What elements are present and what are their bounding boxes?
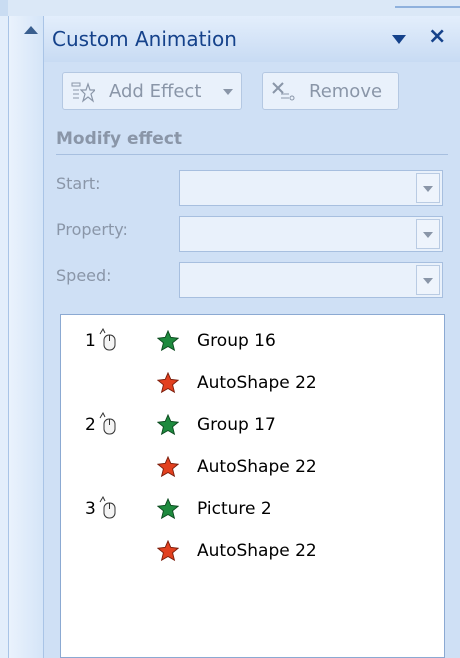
remove-button[interactable]: Remove — [262, 72, 399, 110]
scrollbar-track[interactable] — [8, 16, 44, 658]
list-item[interactable]: AutoShape 22 — [61, 447, 444, 487]
effect-list[interactable]: 1 Group 16 AutoShape 22 2 Group 17 AutoS… — [60, 314, 445, 658]
custom-animation-pane: Custom Animation × Add Effect Remove Mod… — [44, 16, 460, 658]
top-strip-rule — [395, 6, 460, 8]
add-effect-icon — [71, 82, 95, 103]
effect-name: Group 16 — [197, 331, 276, 351]
list-item[interactable]: AutoShape 22 — [61, 363, 444, 403]
emphasis-star-icon — [157, 540, 179, 562]
remove-label: Remove — [309, 81, 383, 102]
property-dropdown[interactable] — [179, 216, 443, 252]
start-dropdown[interactable] — [179, 170, 443, 206]
chevron-down-icon[interactable] — [392, 35, 406, 44]
list-item[interactable]: 3 Picture 2 — [61, 489, 444, 529]
pane-title-bar: Custom Animation × — [44, 16, 460, 62]
add-effect-button[interactable]: Add Effect — [62, 72, 242, 110]
top-strip-shade — [0, 0, 8, 16]
effect-name: AutoShape 22 — [197, 541, 317, 561]
scroll-up-icon[interactable] — [24, 26, 38, 34]
list-item[interactable]: 1 Group 16 — [61, 321, 444, 361]
close-button[interactable]: × — [428, 25, 446, 49]
mouse-click-icon — [99, 328, 116, 351]
effect-name: AutoShape 22 — [197, 373, 317, 393]
modify-effect-heading: Modify effect — [56, 129, 183, 149]
speed-label: Speed: — [56, 266, 112, 285]
scrollbar[interactable] — [0, 16, 44, 658]
emphasis-star-icon — [157, 372, 179, 394]
chevron-down-icon[interactable] — [416, 265, 440, 295]
list-item[interactable]: 2 Group 17 — [61, 405, 444, 445]
add-effect-label: Add Effect — [109, 81, 202, 102]
effect-name: Picture 2 — [197, 499, 272, 519]
effect-name: AutoShape 22 — [197, 457, 317, 477]
effect-order-number: 1 — [85, 331, 96, 351]
speed-dropdown[interactable] — [179, 262, 443, 298]
entrance-star-icon — [157, 414, 179, 436]
section-divider — [56, 154, 448, 155]
start-label: Start: — [56, 174, 101, 193]
chevron-down-icon — [223, 89, 233, 95]
remove-icon — [272, 82, 295, 101]
pane-title: Custom Animation — [52, 27, 237, 51]
list-item[interactable]: AutoShape 22 — [61, 531, 444, 571]
entrance-star-icon — [157, 330, 179, 352]
property-label: Property: — [56, 220, 128, 239]
effect-order-number: 2 — [85, 415, 96, 435]
effect-name: Group 17 — [197, 415, 276, 435]
mouse-click-icon — [99, 412, 116, 435]
emphasis-star-icon — [157, 456, 179, 478]
chevron-down-icon[interactable] — [416, 173, 440, 203]
effect-order-number: 3 — [85, 499, 96, 519]
mouse-click-icon — [99, 496, 116, 519]
chevron-down-icon[interactable] — [416, 219, 440, 249]
top-strip — [0, 0, 460, 16]
entrance-star-icon — [157, 498, 179, 520]
